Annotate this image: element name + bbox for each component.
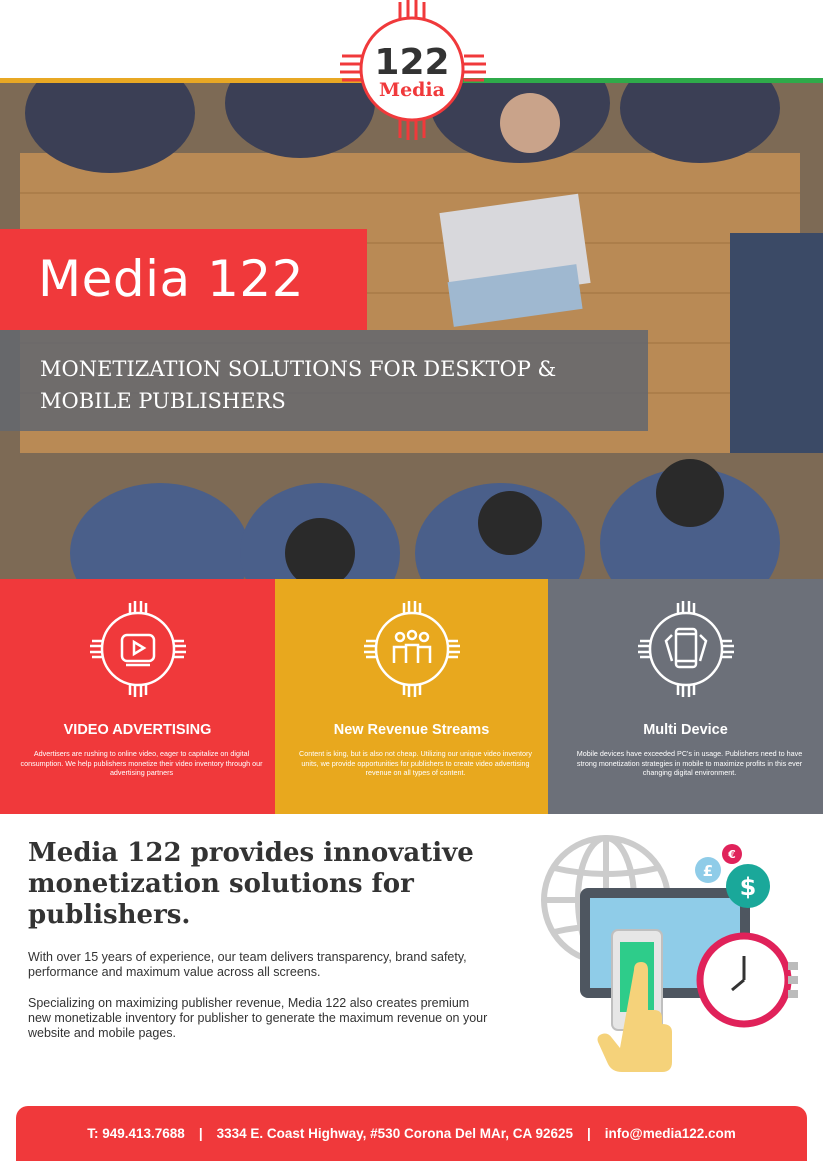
logo-word: Media	[379, 79, 445, 101]
euro-coin-icon: €	[722, 844, 742, 864]
footer-email[interactable]: info@media122.com	[605, 1126, 736, 1141]
feature-text: Mobile devices have exceeded PC's in usa…	[576, 749, 803, 777]
svg-text:$: $	[740, 873, 757, 901]
feature-heading: VIDEO ADVERTISING	[63, 722, 212, 738]
body-paragraph-2: Specializing on maximizing publisher rev…	[28, 996, 488, 1040]
footer-phone[interactable]: T: 949.413.7688	[87, 1126, 185, 1141]
feature-new-revenue-streams: New Revenue Streams Content is king, but…	[275, 579, 548, 814]
svg-text:€: €	[727, 848, 736, 861]
feature-video-advertising: VIDEO ADVERTISING Advertisers are rushin…	[0, 579, 275, 814]
hero-subtitle: MONETIZATION SOLUTIONS FOR DESKTOP & MOB…	[40, 357, 557, 413]
body-headline: Media 122 provides innovative monetizati…	[28, 838, 474, 930]
pound-coin-icon: £	[695, 857, 721, 883]
video-play-icon	[89, 601, 186, 697]
feature-multi-device: Multi Device Mobile devices have exceede…	[548, 579, 823, 814]
feature-text: Content is king, but is also not cheap. …	[299, 749, 532, 777]
footer-separator: |	[198, 1126, 203, 1141]
body-paragraph-1: With over 15 years of experience, our te…	[28, 950, 467, 979]
dollar-coin-icon: $	[726, 864, 770, 908]
clock-icon	[696, 932, 798, 1028]
mobile-device-icon	[637, 601, 734, 697]
contact-footer: T: 949.413.7688 | 3334 E. Coast Highway,…	[16, 1106, 807, 1161]
footer-separator: |	[587, 1126, 591, 1141]
mobile-monetization-illustration: € £ $	[541, 835, 798, 1072]
logo-number: 122	[374, 42, 449, 83]
feature-text: Advertisers are rushing to online video,…	[20, 749, 263, 777]
hero-title: Media 122	[38, 250, 304, 308]
svg-text:£: £	[703, 862, 713, 880]
feature-heading: Multi Device	[643, 722, 728, 738]
media122-logo: 122 Media	[340, 0, 486, 140]
audience-icon	[363, 601, 460, 697]
feature-heading: New Revenue Streams	[333, 722, 490, 738]
footer-address: 3334 E. Coast Highway, #530 Corona Del M…	[216, 1126, 574, 1141]
